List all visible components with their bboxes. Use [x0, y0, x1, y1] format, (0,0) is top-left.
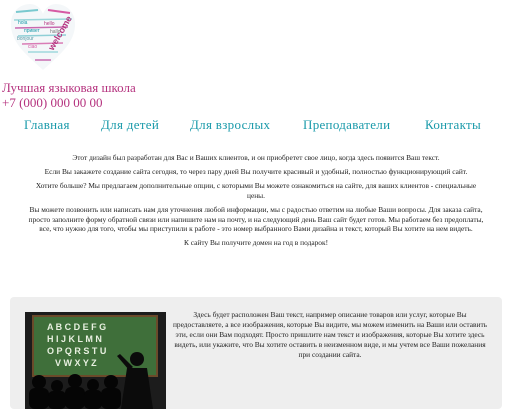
main-nav: Главная Для детей Для взрослых Преподава…: [0, 117, 512, 135]
nav-item-contacts[interactable]: Контакты: [425, 117, 481, 133]
nav-item-home[interactable]: Главная: [24, 117, 70, 133]
board-letters: V W X Y Z: [55, 358, 97, 368]
classroom-image: A B C D E F G H I J K L M N O P Q R S T …: [25, 312, 166, 409]
logo-word: hello: [44, 21, 55, 27]
logo-word: привет: [24, 28, 40, 34]
panel-text: Здесь будет расположен Ваш текст, наприм…: [172, 310, 488, 359]
intro-paragraph: Если Вы закажете создание сайта сегодня,…: [44, 166, 468, 176]
nav-item-adults[interactable]: Для взрослых: [190, 117, 270, 133]
logo-word: bonjour: [17, 36, 34, 42]
logo-word: hola: [18, 20, 28, 26]
logo[interactable]: welcome hola hello bonjour ciao привет h…: [8, 0, 78, 76]
nav-item-kids[interactable]: Для детей: [101, 117, 159, 133]
nav-item-teachers[interactable]: Преподаватели: [303, 117, 390, 133]
board-letters: A B C D E F G: [47, 322, 106, 332]
brand-block: Лучшая языковая школа +7 (000) 000 00 00: [2, 80, 136, 110]
intro-paragraph: Вы можете позвонить или написать нам для…: [28, 204, 484, 234]
intro-paragraph: К сайту Вы получите домен на год в подар…: [183, 238, 329, 248]
logo-word: ciao: [28, 44, 37, 50]
logo-word: hallo: [50, 29, 61, 35]
intro-text: Этот дизайн был разработан для Вас и Ваш…: [26, 153, 486, 252]
board-letters: H I J K L M N: [47, 334, 102, 344]
heart-logo-icon: welcome hola hello bonjour ciao привет h…: [10, 4, 76, 70]
board-letters: O P Q R S T U: [47, 346, 106, 356]
school-name: Лучшая языковая школа: [2, 80, 136, 95]
intro-paragraph: Хотите больше? Мы предлагаем дополнитель…: [35, 180, 477, 200]
phone-number[interactable]: +7 (000) 000 00 00: [2, 95, 136, 110]
intro-paragraph: Этот дизайн был разработан для Вас и Ваш…: [72, 153, 440, 162]
content-panel: A B C D E F G H I J K L M N O P Q R S T …: [10, 297, 502, 409]
